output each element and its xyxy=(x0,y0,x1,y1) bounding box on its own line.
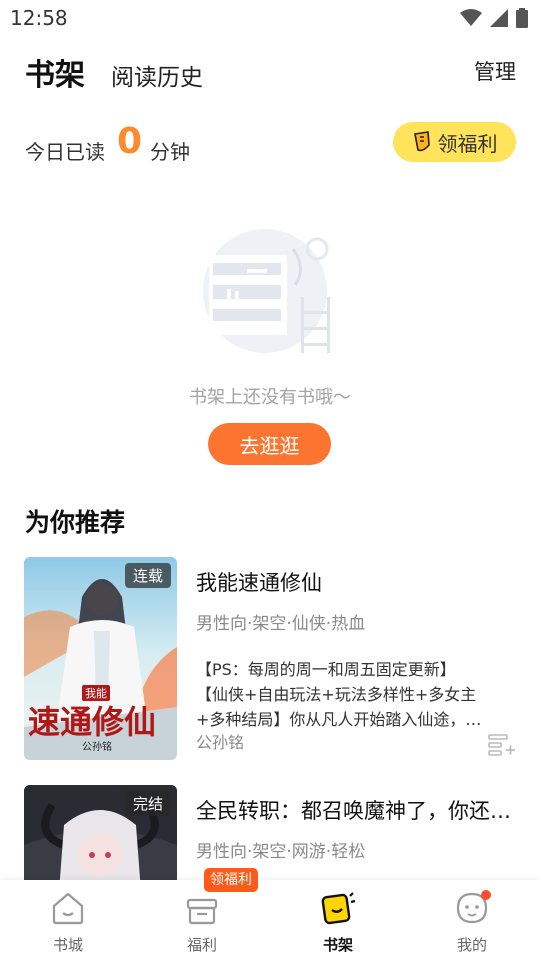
status-bar: 12:58 xyxy=(0,0,540,36)
reading-suffix: 分钟 xyxy=(150,140,190,164)
nav-label: 书架 xyxy=(322,936,353,954)
notification-dot xyxy=(481,890,491,900)
signal-icon xyxy=(490,9,508,27)
header-tabs: 书架 阅读历史 管理 xyxy=(25,50,516,93)
battery-icon xyxy=(516,8,528,28)
nav-label: 福利 xyxy=(186,936,217,954)
nav-profile[interactable]: 我的 xyxy=(422,890,522,955)
wifi-icon xyxy=(460,9,482,26)
claim-welfare-button[interactable]: 领福利 xyxy=(393,122,516,162)
nav-label: 书城 xyxy=(52,936,83,954)
cover-title-art: 速通修仙 xyxy=(28,703,157,741)
book-description: 【PS：每周的周一和周五固定更新】 【仙侠+自由玩法+玩法多样性+多女主 +多种… xyxy=(196,657,512,732)
book-tags: 男性向·架空·网游·轻松 xyxy=(196,842,366,862)
home-icon xyxy=(52,892,84,925)
status-icons xyxy=(460,8,528,28)
book-description-line: 【PS：每周的周一和周五固定更新】 xyxy=(196,660,456,679)
nav-label: 我的 xyxy=(456,936,487,954)
book-cover[interactable]: 完结 xyxy=(24,785,177,885)
bottom-navigation: 书城 福利 书架 我的 xyxy=(0,880,540,960)
coupon-icon xyxy=(413,131,430,152)
empty-bookshelf-illustration xyxy=(203,229,339,359)
bookshelf-icon xyxy=(321,892,356,925)
book-title[interactable]: 我能速通修仙 xyxy=(196,567,514,597)
gift-icon xyxy=(186,898,218,925)
welfare-badge: 领福利 xyxy=(204,868,258,892)
book-author: 公孙铭 xyxy=(196,733,245,752)
reading-prefix: 今日已读 xyxy=(25,140,105,164)
nav-bookshelf[interactable]: 书架 xyxy=(288,890,388,955)
nav-welfare[interactable]: 福利 xyxy=(152,890,252,955)
book-tags: 男性向·架空·仙侠·热血 xyxy=(196,614,366,634)
status-badge: 完结 xyxy=(124,791,171,816)
book-cover[interactable]: 我能 速通修仙 公孙铭 连载 xyxy=(24,557,177,760)
book-card[interactable]: 我能 速通修仙 公孙铭 连载 我能速通修仙 男性向·架空·仙侠·热血 【PS：每… xyxy=(24,557,516,762)
status-badge: 连载 xyxy=(124,563,171,588)
status-time: 12:58 xyxy=(10,6,68,30)
add-to-shelf-icon[interactable] xyxy=(488,733,516,757)
book-title[interactable]: 全民转职：都召唤魔神了，你还说… xyxy=(196,795,514,825)
tab-bookshelf[interactable]: 书架 xyxy=(25,50,85,94)
manage-button[interactable]: 管理 xyxy=(474,56,516,86)
book-card[interactable]: 完结 全民转职：都召唤魔神了，你还说… 男性向·架空·网游·轻松 xyxy=(24,785,516,885)
reading-stats: 今日已读 0 分钟 领福利 xyxy=(25,120,516,168)
browse-button[interactable]: 去逛逛 xyxy=(208,423,331,465)
nav-bookstore[interactable]: 书城 xyxy=(18,890,118,955)
recommend-title: 为你推荐 xyxy=(25,508,126,537)
book-description-line: 【仙侠+自由玩法+玩法多样性+多女主 xyxy=(196,685,477,704)
tab-reading-history[interactable]: 阅读历史 xyxy=(111,58,203,92)
empty-shelf-message: 书架上还没有书哦～ xyxy=(189,387,351,408)
claim-welfare-label: 领福利 xyxy=(437,131,498,156)
cover-author-text: 公孙铭 xyxy=(82,742,112,753)
reading-minutes: 0 xyxy=(117,121,143,162)
